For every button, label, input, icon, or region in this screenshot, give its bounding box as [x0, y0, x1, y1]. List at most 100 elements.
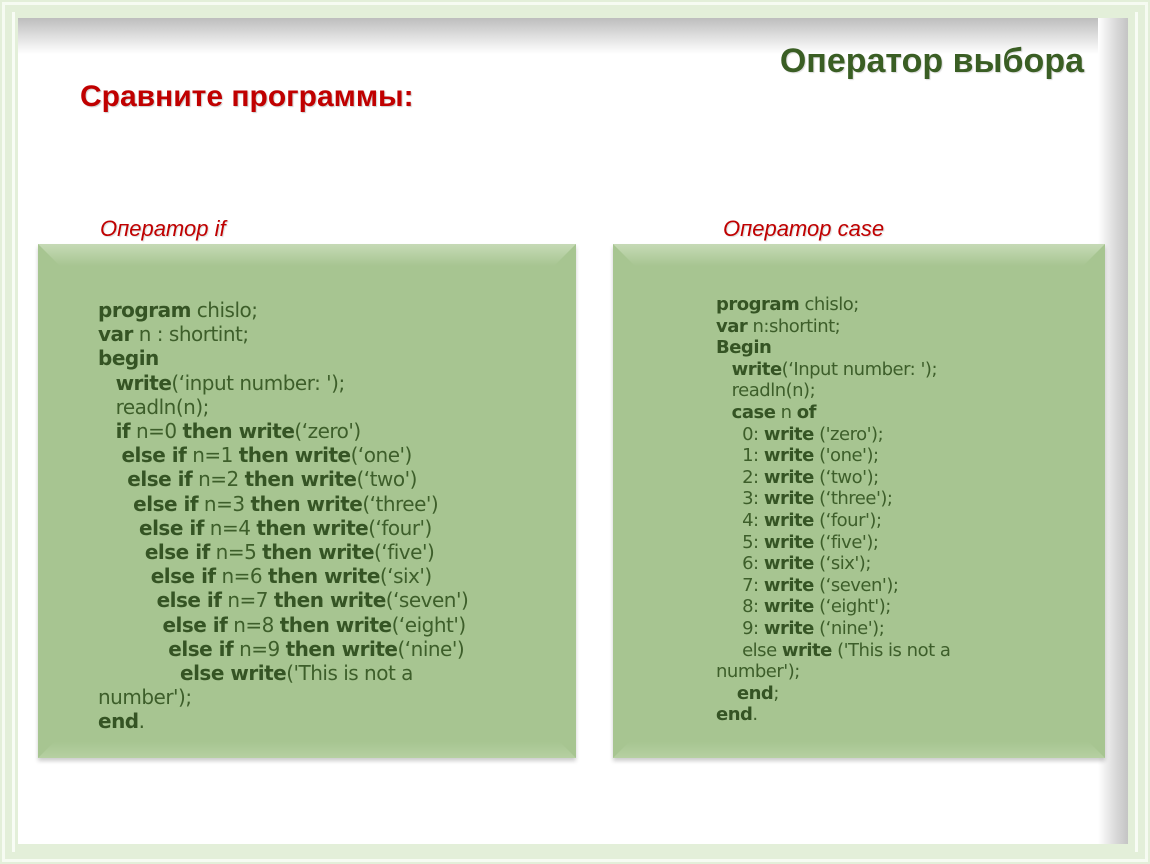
- code-keyword: end: [98, 709, 139, 734]
- code-text: n=2: [192, 467, 245, 492]
- code-keyword: then write: [273, 588, 386, 613]
- code-line: readln(n);: [716, 380, 950, 402]
- code-line: if n=0 then write(‘zero'): [98, 419, 468, 443]
- code-text: n=7: [221, 588, 274, 613]
- code-text: ('one');: [813, 445, 879, 467]
- code-text: (‘six');: [813, 553, 871, 575]
- code-line: 9: write (‘nine');: [716, 618, 950, 640]
- slide-title: Оператор выбора: [779, 42, 1084, 80]
- code-keyword: write: [763, 553, 815, 575]
- code-keyword: write: [763, 617, 815, 639]
- code-text: (‘three'): [362, 491, 439, 516]
- code-keyword: write: [781, 639, 833, 661]
- code-text: ('This is not a: [286, 661, 413, 686]
- code-line: readln(n);: [98, 395, 468, 419]
- code-text: (‘Input number: ');: [781, 358, 938, 380]
- code-line: 5: write (‘five');: [716, 532, 950, 554]
- code-keyword: else if: [127, 467, 193, 492]
- code-text: (‘seven');: [813, 574, 899, 596]
- code-line: else if n=1 then write(‘one'): [98, 443, 468, 467]
- code-line: program chislo;: [716, 294, 950, 316]
- code-line: end;: [716, 683, 950, 705]
- code-line: 2: write (‘two');: [716, 467, 950, 489]
- code-keyword: else if: [156, 588, 222, 613]
- code-text: 0:: [742, 423, 764, 445]
- code-keyword: then write: [256, 515, 369, 540]
- code-text: (‘seven'): [385, 588, 469, 613]
- code-keyword: write: [763, 531, 815, 553]
- code-text: (‘five');: [813, 531, 879, 553]
- code-line: number');: [716, 661, 950, 683]
- code-line: else write ('This is not a: [716, 639, 951, 662]
- code-text: (‘six'): [379, 564, 432, 589]
- code-keyword: else if: [139, 515, 204, 540]
- code-line: else if n=5 then write(‘five'): [98, 540, 468, 564]
- code-keyword: write: [763, 509, 815, 531]
- code-keyword: else write: [180, 661, 287, 686]
- code-text: .: [138, 709, 145, 734]
- code-line: 4: write (‘four');: [716, 510, 950, 532]
- case-operator-label: Оператор case: [723, 216, 885, 241]
- code-keyword: var: [98, 322, 133, 347]
- code-keyword: then write: [285, 636, 398, 661]
- code-text: (‘two'): [356, 467, 417, 492]
- code-text: n : shortint;: [132, 322, 249, 347]
- code-text: chislo;: [799, 294, 860, 315]
- code-keyword: else if: [150, 564, 216, 589]
- code-keyword: then write: [182, 419, 295, 444]
- code-text: chislo;: [190, 298, 258, 322]
- code-text: 4:: [742, 509, 764, 531]
- code-keyword: else if: [133, 491, 199, 516]
- code-line: else if n=9 then write(‘nine'): [98, 637, 468, 661]
- code-line: 7: write (‘seven');: [716, 575, 950, 597]
- code-text: (‘four'): [368, 515, 432, 540]
- code-text: n=3: [198, 491, 251, 516]
- code-text: (‘zero'): [294, 419, 361, 444]
- code-line: else if n=4 then write(‘four'): [98, 516, 468, 540]
- code-line: case n of: [716, 402, 950, 424]
- code-keyword: begin: [98, 346, 159, 371]
- code-line: begin: [98, 346, 468, 370]
- code-text: 3:: [742, 488, 764, 510]
- code-keyword: else if: [121, 443, 187, 468]
- code-text: (‘nine');: [813, 617, 885, 639]
- code-text: n=1: [186, 443, 239, 468]
- code-keyword: Begin: [716, 337, 772, 359]
- code-keyword: end: [736, 682, 774, 704]
- code-text: (‘three');: [813, 488, 893, 510]
- code-keyword: end: [716, 704, 753, 726]
- code-line: 3: write (‘three');: [716, 488, 950, 510]
- code-text: (‘five'): [374, 540, 435, 565]
- code-line: write(‘input number: ');: [98, 371, 468, 395]
- code-text: (‘nine'): [397, 636, 465, 661]
- code-line: program chislo;: [98, 298, 468, 322]
- code-text: ('This is not a: [831, 639, 951, 661]
- code-line: 6: write (‘six');: [716, 553, 950, 575]
- code-keyword: then write: [244, 467, 357, 492]
- code-keyword: if: [115, 419, 131, 444]
- case-program-code: program chislo; var n:shortint; Begin writ…: [716, 294, 951, 726]
- code-text: (‘one'): [350, 443, 413, 468]
- code-text: n=4: [203, 515, 257, 540]
- code-keyword: write: [763, 574, 815, 596]
- code-text: 8:: [742, 596, 764, 618]
- code-keyword: then write: [250, 491, 363, 516]
- code-keyword: program: [98, 298, 191, 322]
- code-text: n=5: [209, 540, 263, 565]
